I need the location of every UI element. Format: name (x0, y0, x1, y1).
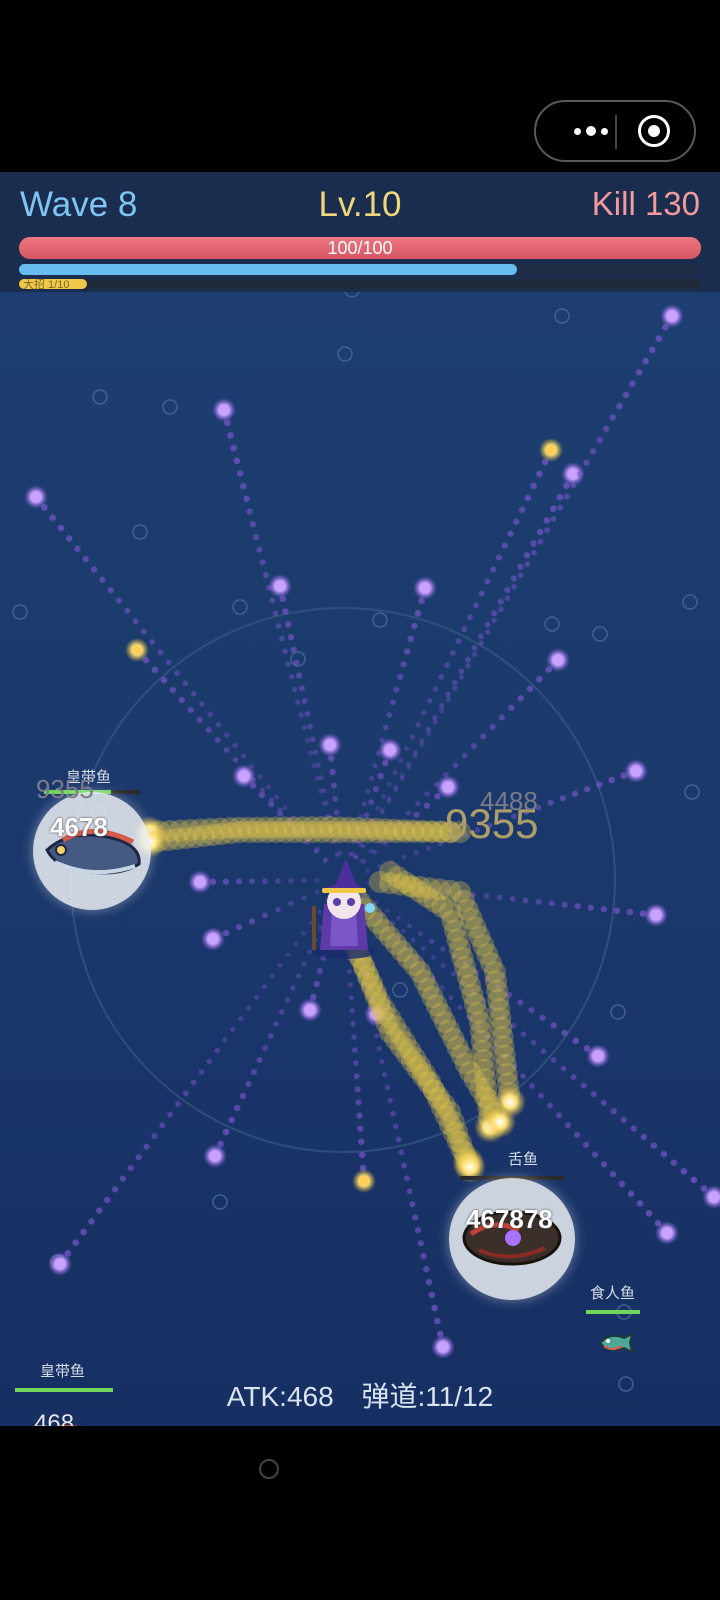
enemy-health-fill (586, 1310, 640, 1314)
hp-bar: 100/100 (19, 237, 701, 259)
damage-number-shadow: 4488 (480, 786, 538, 816)
experience-bar-fill (19, 264, 517, 275)
ballistic-stat: 弹道:11/12 (361, 1381, 494, 1412)
piranha-enemy[interactable] (596, 1330, 634, 1356)
experience-bar (19, 264, 701, 275)
tonguefish-enemy (462, 1210, 562, 1266)
ultimate-label: 大招 1/10 (23, 279, 70, 291)
hp-text: 100/100 (327, 238, 393, 258)
damage-number-shadow: 9355 (36, 774, 94, 804)
wechat-top-bar (0, 0, 720, 172)
mini-program-capsule (534, 100, 696, 162)
stats-bar: ATK:468 弹道:11/12 (0, 1375, 720, 1415)
enemy-bubble[interactable] (449, 1178, 575, 1300)
oarfish-enemy (45, 829, 141, 875)
enemy-health-bar (586, 1310, 640, 1314)
wizard-player (312, 858, 376, 959)
ultimate-bar: 大招 1/10 (19, 279, 701, 291)
kill-counter: Kill 130 (591, 185, 700, 222)
enemy-name: 食人鱼 (590, 1285, 636, 1302)
attack-stat: ATK:468 (226, 1381, 334, 1412)
enemy-bubble[interactable] (33, 792, 151, 910)
capsule-divider (615, 115, 617, 149)
enemy-name: 舌鱼 (508, 1151, 539, 1168)
bubble-icon (259, 1459, 279, 1479)
damage-number-overlay: 467878 (466, 1204, 553, 1234)
close-target-icon[interactable] (638, 115, 670, 147)
bottom-black-area (0, 1426, 720, 1600)
damage-number-overlay: 4678 (50, 812, 108, 842)
